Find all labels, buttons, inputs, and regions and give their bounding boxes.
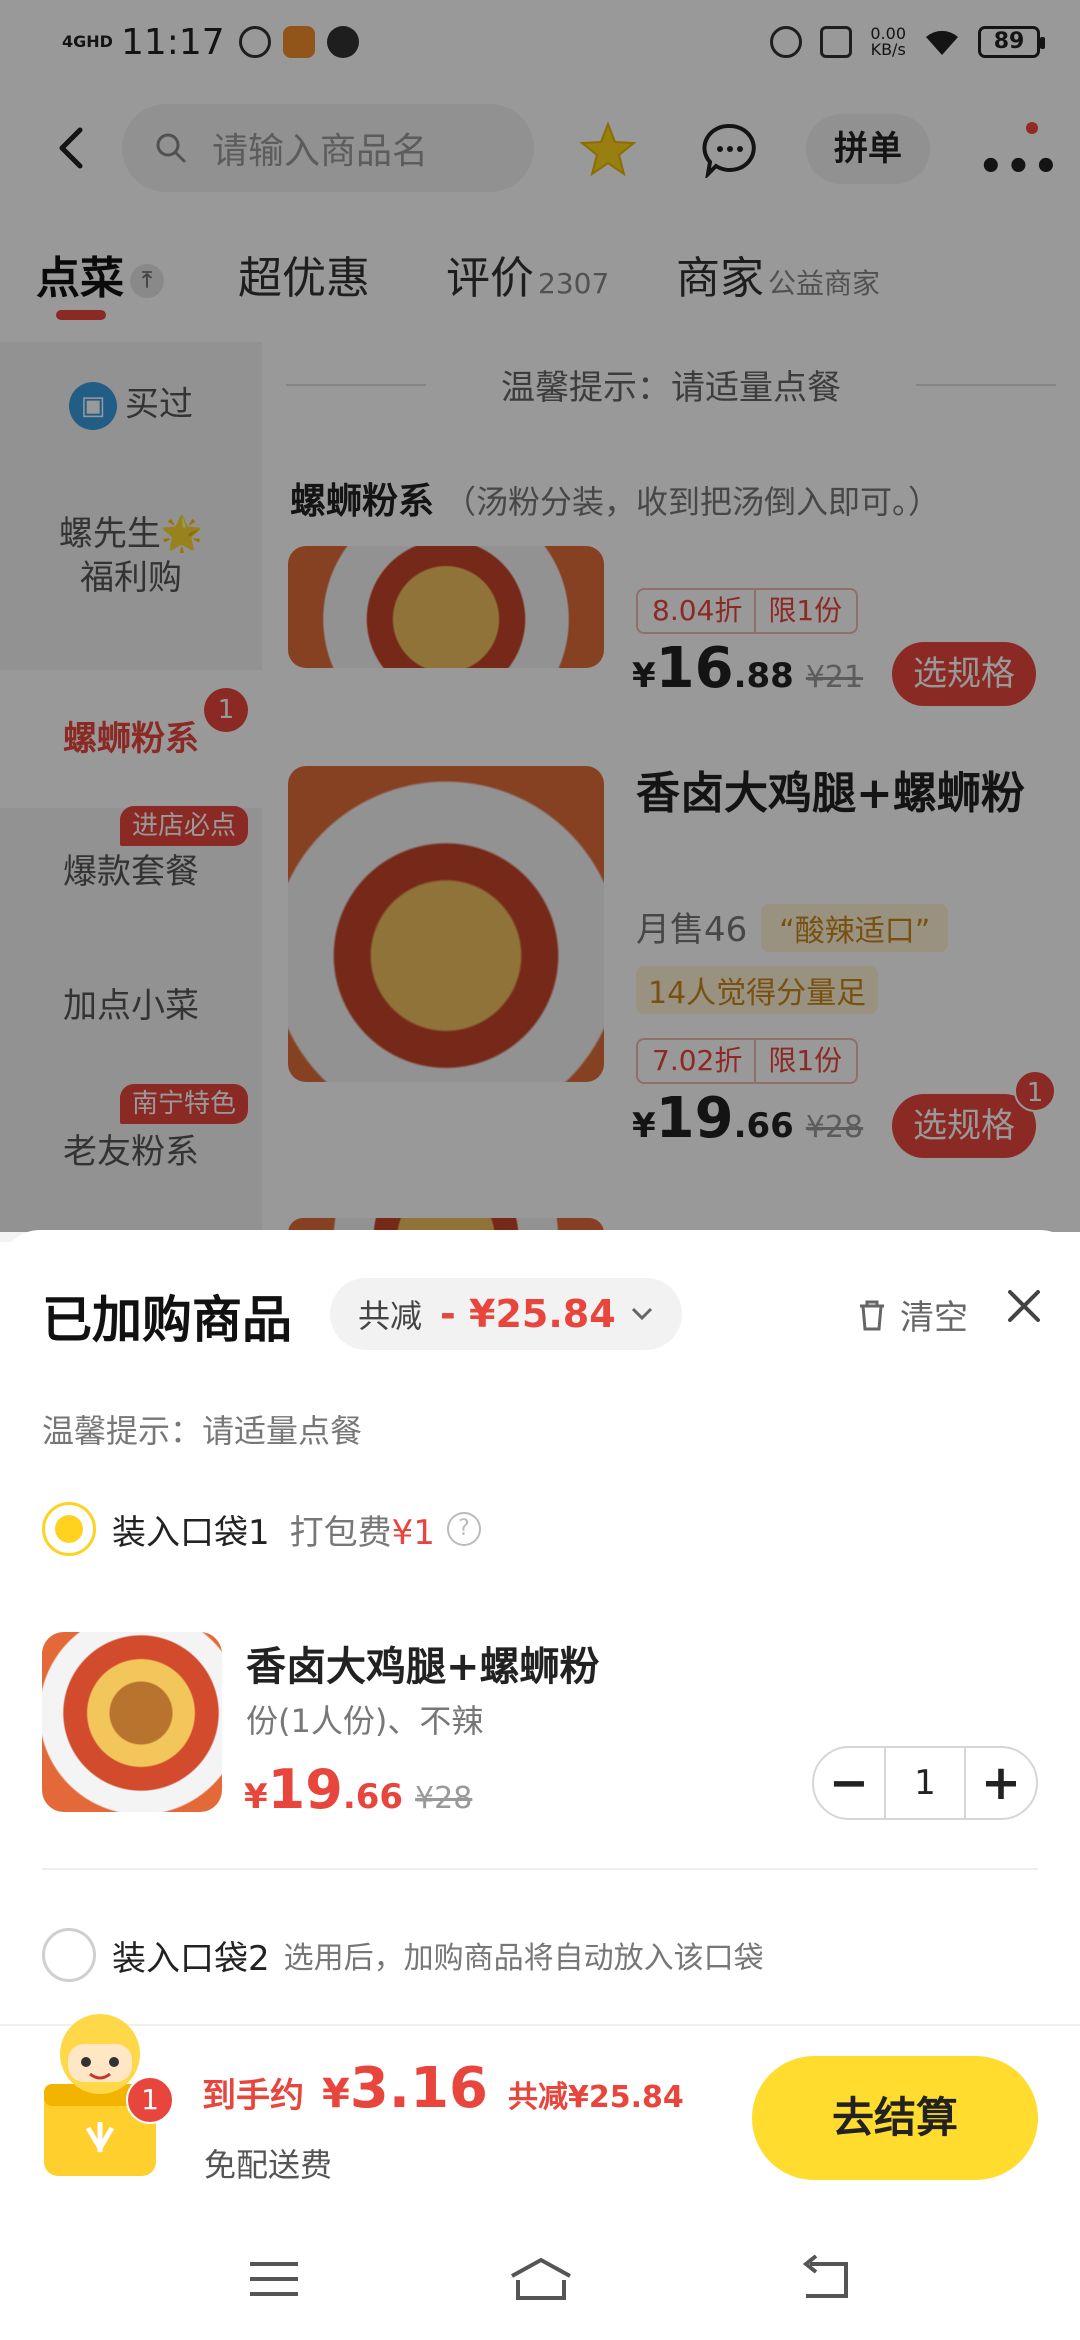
bag-2-label: 装入口袋2 [112, 1938, 270, 1979]
currency-symbol: ¥ [322, 2071, 350, 2117]
final-price: 到手约 ¥ 3.16 共减¥25.84 [202, 2056, 684, 2121]
final-price-value: 3.16 [349, 2056, 489, 2121]
price-integer: 19 [267, 1758, 343, 1821]
bag-1-radio[interactable] [42, 1502, 96, 1556]
checkout-button[interactable]: 去结算 [752, 2056, 1038, 2180]
menu-icon[interactable] [244, 2254, 304, 2304]
total-saving: 共减¥25.84 [508, 2080, 684, 2115]
currency-symbol: ¥ [244, 1777, 268, 1817]
saving-label: 共减 [358, 1297, 423, 1335]
cart-item-spec: 份(1人份)、不辣 [246, 1702, 484, 1740]
quantity-stepper: − 1 + [812, 1746, 1038, 1820]
divider [42, 1868, 1038, 1870]
trash-icon [860, 1300, 884, 1330]
total-saving-pill[interactable]: 共减 - ¥25.84 [330, 1278, 682, 1350]
quantity-value[interactable]: 1 [884, 1746, 966, 1820]
cart-bar: 1 到手约 ¥ 3.16 共减¥25.84 免配送费 去结算 [0, 2014, 1080, 2214]
cart-item-name: 香卤大鸡腿+螺蛳粉 [246, 1644, 600, 1690]
modal-backdrop[interactable] [0, 0, 1080, 1232]
close-icon[interactable] [1004, 1286, 1044, 1326]
cart-count-badge: 1 [126, 2076, 174, 2124]
decrease-button[interactable]: − [814, 1748, 884, 1818]
bag-2-radio[interactable] [42, 1928, 96, 1982]
help-icon[interactable]: ? [446, 1512, 481, 1546]
packing-fee: 打包费¥1 [290, 1505, 435, 1554]
delivery-fee-note: 免配送费 [204, 2146, 333, 2184]
packing-fee-label: 打包费 [289, 1512, 392, 1553]
clear-cart-button[interactable]: 清空 [854, 1290, 968, 1339]
price-decimal: .66 [342, 1777, 404, 1817]
sheet-title: 已加购商品 [42, 1291, 292, 1349]
increase-button[interactable]: + [966, 1748, 1036, 1818]
bag-2-hint: 选用后，加购商品将自动放入该口袋 [283, 1941, 764, 1976]
final-price-label: 到手约 [202, 2076, 304, 2116]
cart-item-price: ¥19.66 ¥28 [244, 1758, 472, 1821]
packing-fee-value: ¥1 [391, 1512, 435, 1553]
cart-item-image [42, 1632, 222, 1812]
home-icon[interactable] [508, 2254, 574, 2304]
sheet-tip: 温馨提示：请适量点餐 [42, 1412, 363, 1450]
clear-label: 清空 [900, 1298, 968, 1338]
chevron-down-icon [631, 1307, 652, 1321]
bag-1-label: 装入口袋1 [112, 1512, 270, 1553]
system-navigation-bar [0, 2214, 1080, 2340]
original-price: ¥28 [415, 1781, 473, 1816]
saving-amount: - ¥25.84 [440, 1292, 616, 1336]
back-icon[interactable] [796, 2254, 856, 2304]
bag-2-row[interactable]: 装入口袋2 选用后，加购商品将自动放入该口袋 [42, 1928, 764, 1982]
bag-1-row[interactable]: 装入口袋1 打包费¥1 ? [42, 1502, 481, 1556]
